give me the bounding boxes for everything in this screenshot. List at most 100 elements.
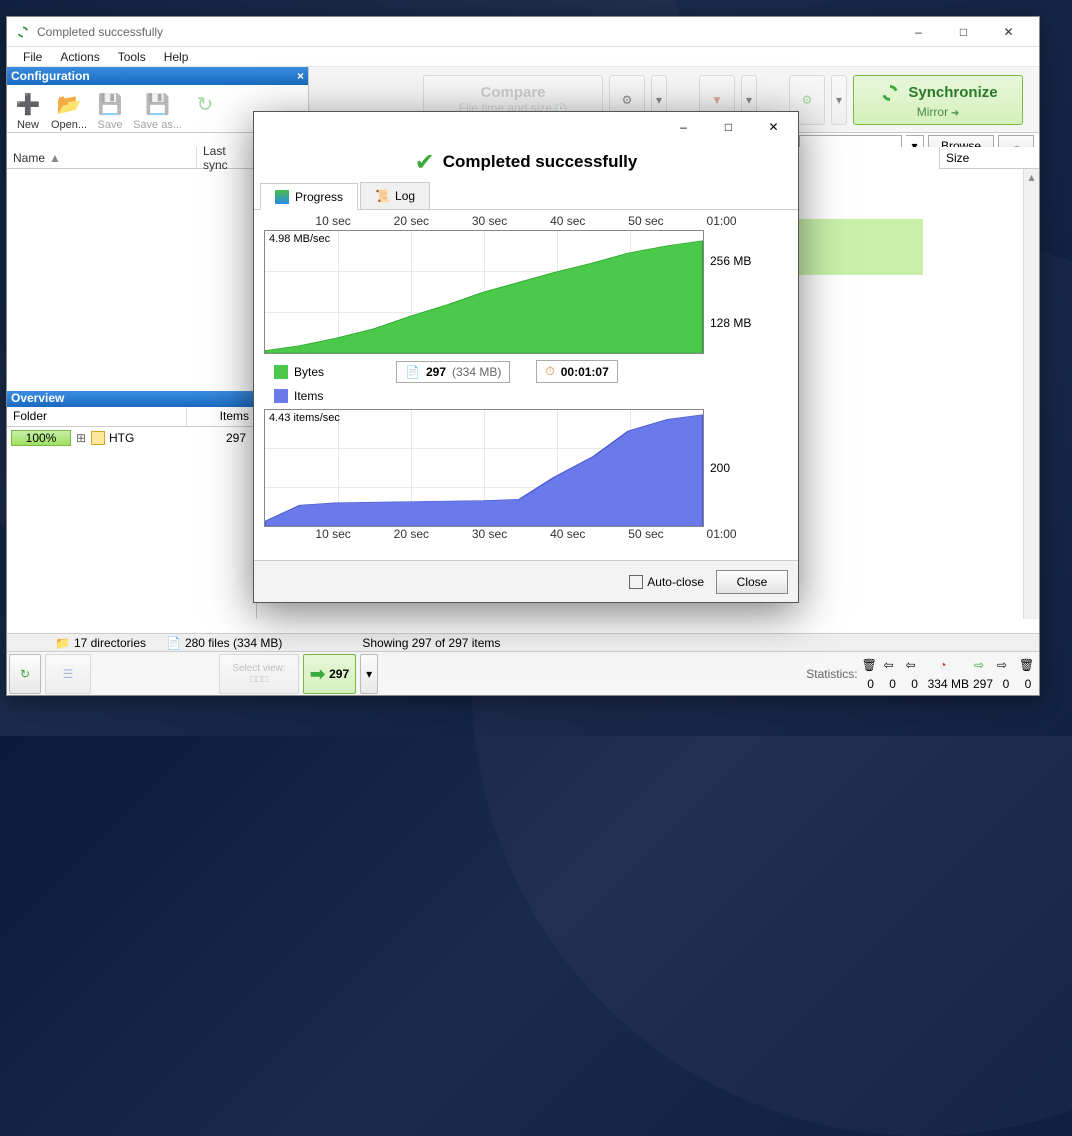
save-label: Save: [98, 119, 123, 131]
new-config-button[interactable]: ➕ New: [11, 89, 45, 133]
dialog-title: Completed successfully: [443, 152, 638, 172]
tab-progress-label: Progress: [295, 190, 343, 204]
overview-row[interactable]: 100% ⊞ HTG 297: [7, 427, 256, 449]
completed-dialog: – □ ✕ ✔ Completed successfully Progress …: [253, 111, 799, 603]
funnel-icon: ▼: [711, 93, 723, 107]
expand-icon[interactable]: ⊞: [75, 431, 87, 445]
count-value: 297: [426, 365, 446, 379]
save-config-button[interactable]: 💾 Save: [93, 89, 127, 133]
showing-text: Showing 297 of 297 items: [362, 636, 500, 650]
menu-help[interactable]: Help: [156, 48, 197, 66]
sync-settings-dropdown-button[interactable]: ▾: [831, 75, 847, 125]
tab-log[interactable]: 📜 Log: [360, 182, 430, 209]
arrow-left-icon: ⇦: [884, 658, 902, 676]
items-rate-label: 4.43 items/sec: [269, 412, 340, 424]
close-label: Close: [737, 575, 768, 589]
bytes-y-labels: 256 MB 128 MB: [704, 230, 768, 354]
compare-title: Compare: [480, 84, 545, 101]
trash-icon: 🗑: [862, 658, 880, 676]
stat-delete-right: 🗑0: [1019, 658, 1037, 691]
saveas-icon: 💾: [145, 91, 171, 117]
open-config-button[interactable]: 📂 Open...: [47, 89, 91, 133]
menu-actions[interactable]: Actions: [52, 48, 107, 66]
maximize-button[interactable]: □: [941, 18, 986, 46]
scroll-up-icon[interactable]: ▴: [1024, 169, 1039, 185]
save-icon: 💾: [97, 91, 123, 117]
items-legend-swatch: [274, 389, 288, 403]
stat-update-left: ⇦0: [884, 658, 902, 691]
synchronize-button[interactable]: Synchronize Mirror ➔: [853, 75, 1023, 125]
plus-right-icon: ⇨: [974, 658, 992, 676]
open-label: Open...: [51, 119, 87, 131]
dialog-minimize-button[interactable]: –: [661, 113, 706, 141]
status-area: 📁 17 directories 📄 280 files (334 MB) Sh…: [7, 633, 1039, 695]
arrow-right-icon: ➡: [310, 664, 325, 685]
gear-icon: ⚙: [622, 93, 633, 107]
sync-dropdown-button[interactable]: ▾: [360, 654, 378, 694]
dialog-maximize-button[interactable]: □: [706, 113, 751, 141]
items-x-axis: 10 sec20 sec30 sec40 sec50 sec01:00: [264, 527, 788, 543]
ov-col-folder[interactable]: Folder: [7, 407, 187, 426]
elapsed-value: 00:01:07: [561, 365, 609, 379]
col-lastsync[interactable]: Last sync: [197, 147, 256, 168]
legend-row-2: Items: [264, 389, 788, 409]
refresh-icon: ↻: [20, 667, 30, 681]
menu-file[interactable]: File: [15, 48, 50, 66]
close-window-button[interactable]: ✕: [986, 18, 1031, 46]
col-name[interactable]: Name ▲: [7, 147, 197, 168]
saveas-config-button[interactable]: 💾 Save as...: [129, 89, 186, 133]
status-summary-row: 📁 17 directories 📄 280 files (334 MB) Sh…: [7, 634, 1039, 652]
close-button[interactable]: Close: [716, 570, 788, 594]
open-folder-icon: 📂: [56, 91, 82, 117]
saveas-label: Save as...: [133, 119, 182, 131]
bytes-x-axis: 10 sec20 sec30 sec40 sec50 sec01:00: [264, 214, 788, 230]
autoclose-label: Auto-close: [647, 575, 704, 589]
configuration-header: Configuration ×: [7, 67, 308, 85]
stat-create-right: ⇨297: [973, 658, 993, 691]
progress-icon: [275, 190, 289, 204]
list-icon: ☰: [63, 667, 74, 681]
overview-header: Overview: [7, 391, 256, 407]
menu-tools[interactable]: Tools: [110, 48, 154, 66]
elapsed-box: ⏱ 00:01:07: [536, 360, 617, 383]
grid-size-col[interactable]: Size: [939, 147, 1039, 169]
dialog-tabs: Progress 📜 Log: [254, 182, 798, 210]
batch-config-button[interactable]: ↻: [188, 89, 222, 133]
refresh-button[interactable]: ↻: [9, 654, 41, 694]
status-action-row: ↻ ☰ Select view: □□□ ➡ 297 ▾ Statistics:…: [7, 652, 1039, 696]
overview-folder-name: HTG: [109, 431, 134, 445]
items-y-labels: 200: [704, 409, 768, 527]
bytes-chart: 4.98 MB/sec: [264, 230, 704, 354]
count-size: (334 MB): [452, 365, 501, 379]
trash-icon: 🗑: [1019, 658, 1037, 676]
batch-icon: ↻: [192, 91, 218, 117]
folder-icon: 📁: [55, 636, 70, 650]
dialog-close-button[interactable]: ✕: [751, 113, 796, 141]
overview-item-count: 297: [226, 431, 256, 445]
stat-create-left: ⇦0: [906, 658, 924, 691]
app-icon: [15, 24, 31, 40]
legend-row: Bytes 📄 297 (334 MB) ⏱ 00:01:07: [264, 354, 788, 389]
sync-count: 297: [329, 667, 349, 681]
autoclose-checkbox[interactable]: [629, 575, 643, 589]
bytes-rate-label: 4.98 MB/sec: [269, 233, 330, 245]
plus-icon: ⇦: [906, 658, 924, 676]
ov-col-items[interactable]: Items: [187, 407, 256, 426]
minimize-button[interactable]: –: [896, 18, 941, 46]
bytes-legend-label: Bytes: [294, 365, 324, 379]
title-bar: Completed successfully – □ ✕: [7, 17, 1039, 47]
configuration-close-icon[interactable]: ×: [297, 69, 304, 83]
dialog-titlebar: – □ ✕: [254, 112, 798, 142]
tab-progress[interactable]: Progress: [260, 183, 358, 210]
sync-title: Synchronize: [908, 84, 997, 101]
charts-area: 10 sec20 sec30 sec40 sec50 sec01:00 4.98…: [254, 210, 798, 547]
file-icon: 📄: [405, 365, 420, 379]
arrow-right-icon: ⇨: [997, 658, 1015, 676]
log-icon: 📜: [375, 189, 389, 203]
view-mode-button[interactable]: ☰: [45, 654, 91, 694]
autoclose-option[interactable]: Auto-close: [629, 575, 704, 589]
select-view-label: Select view:: [232, 663, 285, 674]
folder-icon: [91, 431, 105, 445]
sync-count-button[interactable]: ➡ 297: [303, 654, 356, 694]
scrollbar[interactable]: ▴: [1023, 169, 1039, 619]
